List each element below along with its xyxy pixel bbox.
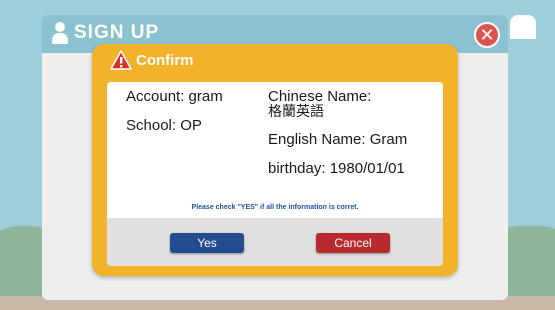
birthday-text: birthday: 1980/01/01 — [268, 160, 405, 177]
person-icon — [52, 22, 68, 44]
button-bar — [107, 218, 443, 266]
confirm-note: Please check "YES" if all the informatio… — [191, 204, 359, 211]
account-text: Account: gram — [126, 88, 223, 105]
chinese-name-value: 格蘭英語 — [268, 103, 324, 119]
tab-corner — [510, 15, 536, 39]
school-text: School: OP — [126, 117, 202, 134]
dialog-title-text: Confirm — [136, 51, 194, 69]
yes-button[interactable]: Yes — [170, 233, 244, 253]
cancel-button[interactable]: Cancel — [316, 233, 390, 253]
english-name-text: English Name: Gram — [268, 131, 408, 148]
close-button[interactable]: ✕ — [474, 22, 500, 48]
signup-title-text: SIGN UP — [74, 22, 160, 43]
warning-icon — [110, 50, 132, 70]
dialog-title: Confirm — [110, 50, 194, 70]
signup-title: SIGN UP — [52, 22, 159, 44]
